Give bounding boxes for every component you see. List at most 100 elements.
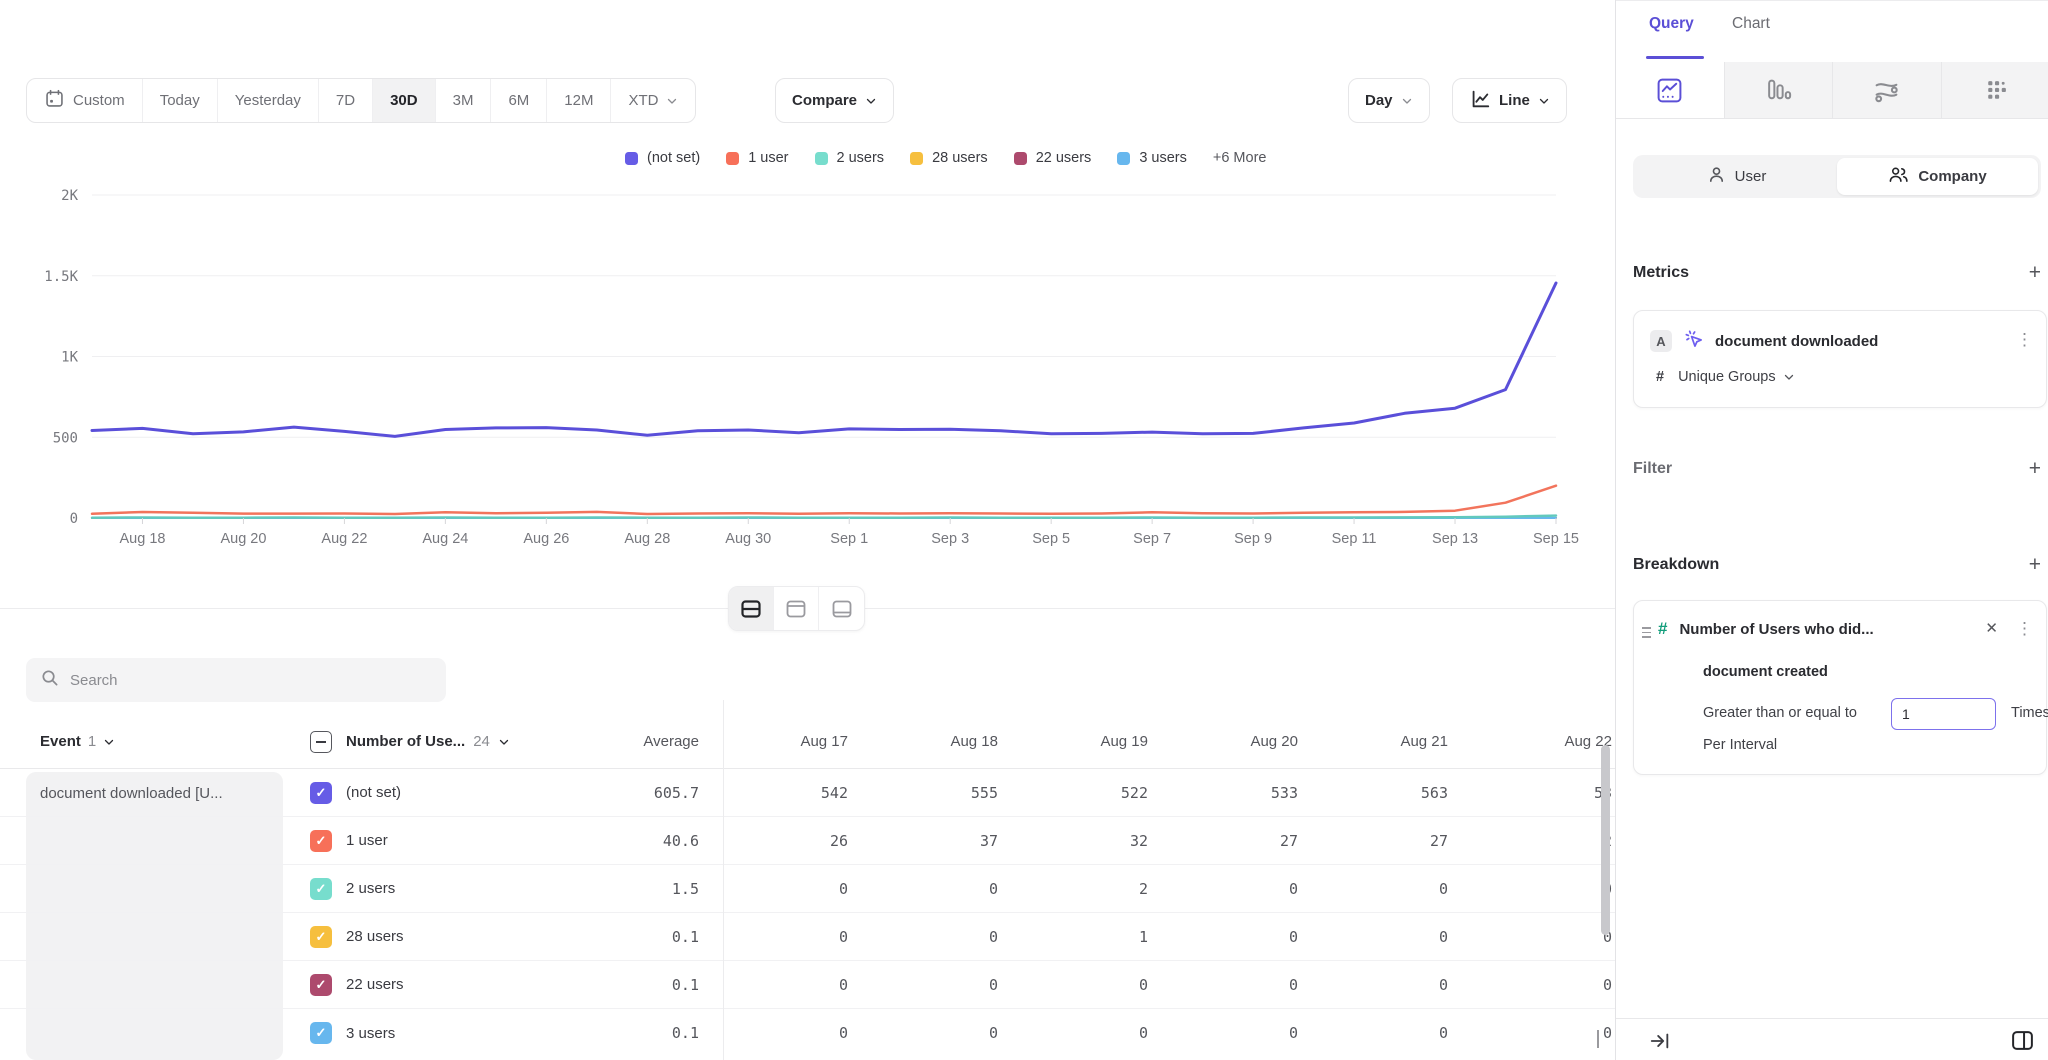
scope-company-button[interactable]: Company xyxy=(1837,158,2038,195)
chart-type-flow-button[interactable] xyxy=(1833,62,1942,118)
svg-text:1.5K: 1.5K xyxy=(44,269,78,285)
aggregation-prefix: # xyxy=(1656,369,1664,385)
series-checkbox[interactable]: ✓ xyxy=(310,926,332,948)
chevron-down-icon[interactable] xyxy=(103,736,115,748)
date-range-6m[interactable]: 6M xyxy=(491,79,547,122)
table-row: ✓28 users0.1001000 xyxy=(0,913,1615,961)
date-column-header: Aug 21 xyxy=(1322,733,1472,750)
series-label: 28 users xyxy=(346,928,404,945)
date-range-yesterday[interactable]: Yesterday xyxy=(218,79,319,122)
collapse-panel-icon[interactable] xyxy=(1649,1030,1671,1057)
cell-value: 0 xyxy=(1172,1024,1322,1042)
filter-section-header: Filter + xyxy=(1633,458,2041,479)
line-chart[interactable]: 05001K1.5K2KAug 18Aug 20Aug 22Aug 24Aug … xyxy=(0,130,1615,570)
cell-value: 32 xyxy=(1022,832,1172,850)
results-table: Event 1 Number of Use... 24 Average Aug … xyxy=(0,715,1615,1057)
metrics-section-header: Metrics + xyxy=(1633,262,2041,283)
table-row: ✓1 user40.626373227272 xyxy=(0,817,1615,865)
cell-value: 0 xyxy=(872,1024,1022,1042)
chart-type-bar-button[interactable] xyxy=(1725,62,1834,118)
cell-value: 0 xyxy=(1322,880,1472,898)
scope-user-label: User xyxy=(1735,168,1767,185)
cell-value: 2 xyxy=(1022,880,1172,898)
search-field[interactable] xyxy=(26,658,446,702)
column-separator xyxy=(723,700,724,1060)
chevron-down-icon[interactable] xyxy=(498,736,510,748)
svg-text:Sep 9: Sep 9 xyxy=(1234,531,1272,547)
svg-text:Sep 11: Sep 11 xyxy=(1332,531,1377,547)
svg-text:Aug 18: Aug 18 xyxy=(119,531,165,547)
cell-value: 0 xyxy=(1172,976,1322,994)
condition-value-input[interactable] xyxy=(1891,698,1996,730)
series-checkbox[interactable]: ✓ xyxy=(310,974,332,996)
cell-value: 0 xyxy=(872,880,1022,898)
close-icon[interactable]: ✕ xyxy=(1985,619,1998,637)
aggregation-dropdown[interactable]: Unique Groups xyxy=(1678,369,1795,385)
metric-card[interactable]: A document downloaded ⋮ # Unique Groups xyxy=(1633,310,2047,408)
series-checkbox[interactable]: ✓ xyxy=(310,878,332,900)
date-range-12m[interactable]: 12M xyxy=(547,79,611,122)
drag-handle-icon[interactable] xyxy=(1642,627,1651,638)
series-label: 2 users xyxy=(346,880,395,897)
cell-value: 0 xyxy=(1472,1024,1615,1042)
search-input[interactable] xyxy=(70,672,432,689)
line-chart-icon xyxy=(1469,88,1491,114)
cell-value: 0 xyxy=(722,880,872,898)
query-panel: Query Chart User Company xyxy=(1615,0,2048,1060)
breakdown-menu-icon[interactable]: ⋮ xyxy=(2016,619,2033,639)
date-range-7d[interactable]: 7D xyxy=(319,79,373,122)
interval-label: Day xyxy=(1365,92,1393,109)
panel-footer xyxy=(1616,1018,2048,1060)
chart-type-line-button[interactable] xyxy=(1616,62,1725,118)
breakdown-card[interactable]: # Number of Users who did... ✕ ⋮ documen… xyxy=(1633,600,2047,775)
date-range-xtd[interactable]: XTD xyxy=(611,79,695,122)
cell-value: 27 xyxy=(1322,832,1472,850)
scope-user-button[interactable]: User xyxy=(1636,158,1837,195)
tab-chart[interactable]: Chart xyxy=(1732,15,1770,33)
date-range-30d[interactable]: 30D xyxy=(373,79,436,122)
aggregation-label: Unique Groups xyxy=(1678,369,1776,385)
layout-chart-only-button[interactable] xyxy=(774,587,819,630)
metrics-title: Metrics xyxy=(1633,264,1689,282)
svg-text:500: 500 xyxy=(53,430,78,446)
series-checkbox[interactable]: ✓ xyxy=(310,782,332,804)
average-column-header: Average xyxy=(545,733,722,750)
chart-type-matrix-button[interactable] xyxy=(1942,62,2048,118)
series-checkbox[interactable]: ✓ xyxy=(310,830,332,852)
layout-table-only-button[interactable] xyxy=(819,587,864,630)
add-breakdown-button[interactable]: + xyxy=(2029,554,2041,575)
condition-label: Greater than or equal to xyxy=(1703,705,1857,721)
interval-dropdown[interactable]: Day xyxy=(1348,78,1430,123)
filter-title: Filter xyxy=(1633,460,1672,478)
table-scrollbar[interactable] xyxy=(1601,745,1610,935)
breakdown-section-header: Breakdown + xyxy=(1633,554,2041,575)
breakdown-title: Breakdown xyxy=(1633,556,1719,574)
add-filter-button[interactable]: + xyxy=(2029,458,2041,479)
series-label: 3 users xyxy=(346,1025,395,1042)
scope-toggle: User Company xyxy=(1633,155,2041,198)
metric-column-header: Number of Use... xyxy=(346,733,465,750)
series-label: (not set) xyxy=(346,784,401,801)
layout-split-button[interactable] xyxy=(729,587,774,630)
date-range-3m[interactable]: 3M xyxy=(436,79,492,122)
compare-button[interactable]: Compare xyxy=(775,78,894,123)
date-range-custom[interactable]: Custom xyxy=(27,79,143,122)
chart-style-dropdown[interactable]: Line xyxy=(1452,78,1567,123)
svg-text:Sep 15: Sep 15 xyxy=(1533,531,1579,547)
chevron-down-icon xyxy=(1783,371,1795,383)
cell-value: 0 xyxy=(1472,880,1615,898)
cell-value: 0 xyxy=(722,928,872,946)
add-metric-button[interactable]: + xyxy=(2029,262,2041,283)
date-range-today[interactable]: Today xyxy=(143,79,218,122)
svg-text:2K: 2K xyxy=(61,188,78,204)
event-count: 1 xyxy=(88,733,96,750)
select-all-checkbox[interactable] xyxy=(310,731,332,753)
metric-menu-icon[interactable]: ⋮ xyxy=(2016,330,2033,350)
svg-text:Sep 1: Sep 1 xyxy=(830,531,868,547)
date-column-header: Aug 17 xyxy=(722,733,872,750)
breakdown-event-name: document created xyxy=(1703,664,1828,680)
tab-query[interactable]: Query xyxy=(1649,15,1694,33)
series-checkbox[interactable]: ✓ xyxy=(310,1022,332,1044)
table-row: ✓3 users0.1000000 xyxy=(0,1009,1615,1057)
toggle-sidebar-icon[interactable] xyxy=(2010,1028,2035,1058)
